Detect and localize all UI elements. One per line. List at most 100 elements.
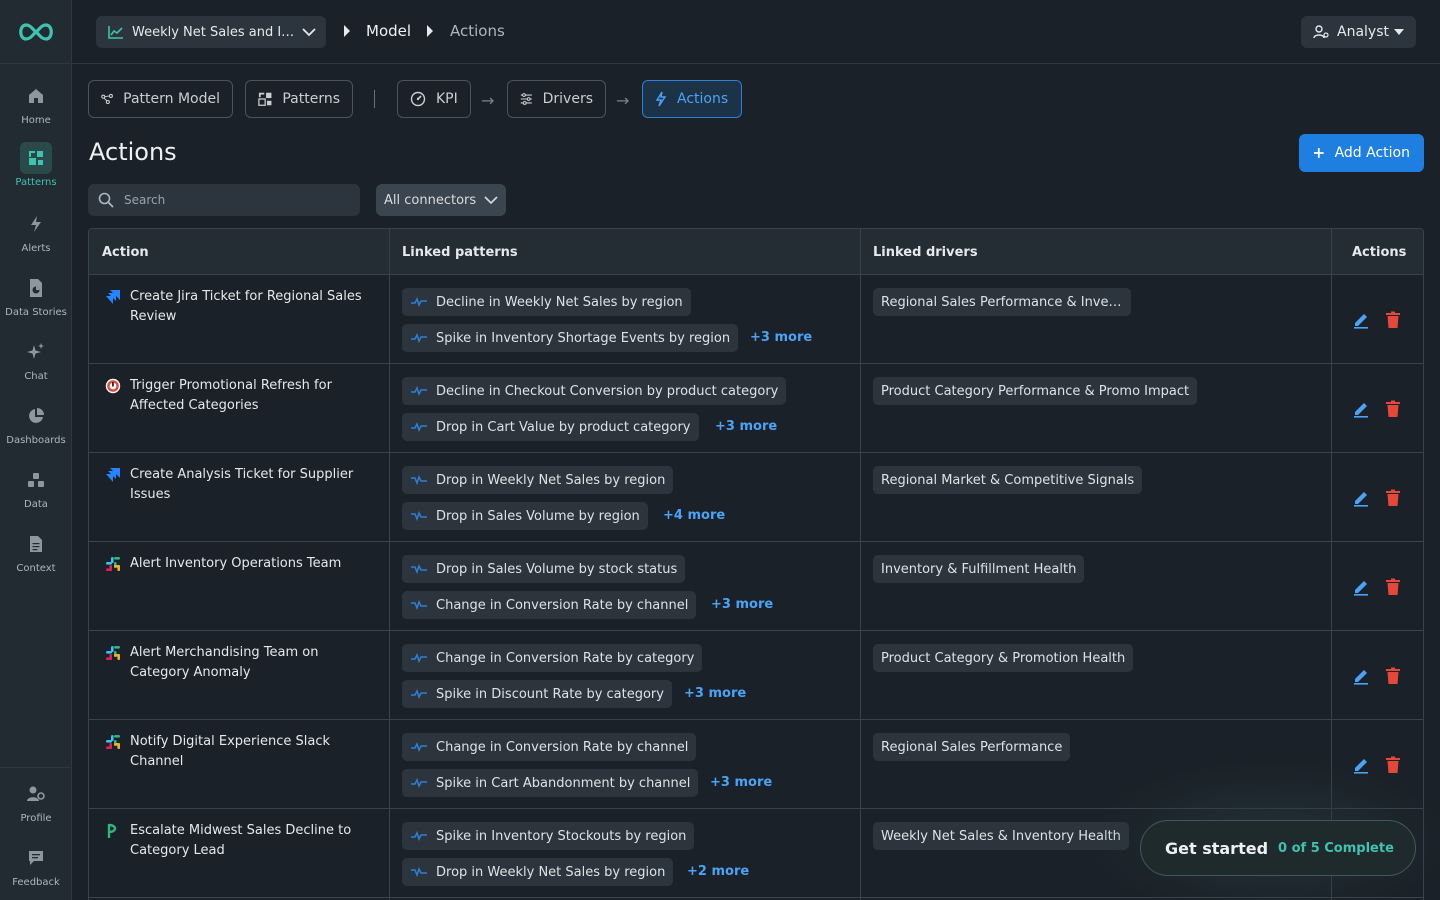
search-input[interactable]: [124, 193, 344, 207]
linked-pattern-label: Drop in Weekly Net Sales by region: [436, 864, 666, 880]
slack-icon: [106, 735, 120, 749]
edit-button[interactable]: [1351, 399, 1371, 419]
more-patterns-link[interactable]: +2 more: [687, 864, 749, 879]
get-started-button[interactable]: Get started 0 of 5 Complete: [1140, 820, 1416, 876]
sidebar-item-data[interactable]: Data: [0, 464, 72, 510]
tab-pattern-model[interactable]: Pattern Model: [88, 80, 233, 118]
edit-button[interactable]: [1351, 310, 1371, 330]
delete-button[interactable]: [1383, 488, 1403, 508]
linked-pattern-chip[interactable]: Decline in Checkout Conversion by produc…: [402, 377, 787, 405]
sidebar-item-profile[interactable]: Profile: [0, 778, 72, 824]
action-name[interactable]: Create Analysis Ticket for Supplier Issu…: [130, 465, 380, 505]
linked-driver-chip[interactable]: Regional Sales Performance & Inventory H…: [873, 288, 1131, 316]
sidebar-item-dashboards[interactable]: Dashboards: [0, 400, 72, 446]
linked-pattern-chip[interactable]: Spike in Discount Rate by category: [402, 680, 672, 708]
user-settings-icon: [1313, 25, 1329, 39]
delete-button[interactable]: [1383, 399, 1403, 419]
linked-pattern-chip[interactable]: Drop in Weekly Net Sales by region: [402, 858, 674, 886]
linked-driver-chip[interactable]: Product Category & Promotion Health: [873, 644, 1134, 672]
add-action-button[interactable]: Add Action: [1299, 134, 1424, 172]
search-box: [88, 184, 360, 216]
connector-filter-select[interactable]: All connectors: [376, 184, 506, 216]
delete-button[interactable]: [1383, 755, 1403, 775]
slack-icon: [106, 646, 120, 660]
delete-button[interactable]: [1383, 666, 1403, 686]
linked-pattern-label: Spike in Cart Abandonment by channel: [436, 775, 691, 791]
sparkline-icon: [411, 297, 427, 307]
sidebar-item-chat[interactable]: Chat: [0, 336, 72, 382]
role-select[interactable]: Analyst: [1301, 16, 1416, 48]
home-icon: [20, 80, 52, 112]
model-select[interactable]: Weekly Net Sales and Inventory Health: [96, 16, 326, 48]
more-patterns-link[interactable]: +3 more: [711, 597, 773, 612]
tab-kpi[interactable]: KPI: [397, 80, 471, 118]
tab-actions[interactable]: Actions: [642, 80, 742, 118]
sparkline-icon: [411, 831, 427, 841]
linked-pattern-chip[interactable]: Change in Conversion Rate by channel: [402, 591, 697, 619]
pipeline-separator: [374, 90, 375, 108]
linked-driver-chip[interactable]: Inventory & Fulfillment Health: [873, 555, 1085, 583]
linked-pattern-chip[interactable]: Drop in Sales Volume by stock status: [402, 555, 686, 583]
sparkline-icon: [411, 867, 427, 877]
sidebar-item-alerts[interactable]: Alerts: [0, 208, 72, 254]
more-patterns-link[interactable]: +3 more: [684, 686, 746, 701]
arrow-right-icon: →: [481, 91, 495, 110]
linked-driver-chip[interactable]: Weekly Net Sales & Inventory Health: [873, 822, 1129, 850]
trash-icon: [1386, 667, 1400, 684]
tab-label: Actions: [677, 91, 729, 107]
linked-pattern-chip[interactable]: Drop in Cart Value by product category: [402, 413, 699, 441]
more-patterns-link[interactable]: +3 more: [750, 330, 812, 345]
column-header-linked-patterns: Linked patterns: [402, 244, 518, 260]
delete-button[interactable]: [1383, 310, 1403, 330]
more-patterns-link[interactable]: +3 more: [710, 775, 772, 790]
action-name[interactable]: Escalate Midwest Sales Decline to Catego…: [130, 821, 380, 861]
linked-driver-chip[interactable]: Regional Market & Competitive Signals: [873, 466, 1143, 494]
get-started-title: Get started: [1165, 838, 1269, 858]
sidebar-item-feedback[interactable]: Feedback: [0, 842, 72, 888]
topbar: Weekly Net Sales and Inventory Health Mo…: [72, 0, 1440, 64]
table-row: Alert Merchandising Team on Category Ano…: [89, 631, 1423, 720]
linked-pattern-chip[interactable]: Spike in Cart Abandonment by channel: [402, 769, 699, 797]
delete-button[interactable]: [1383, 577, 1403, 597]
sidebar-item-patterns[interactable]: Patterns: [0, 142, 72, 188]
nodes-icon: [101, 93, 113, 105]
action-name[interactable]: Alert Merchandising Team on Category Ano…: [130, 643, 380, 683]
edit-button[interactable]: [1351, 577, 1371, 597]
logo[interactable]: [0, 0, 71, 64]
sidebar-item-context[interactable]: Context: [0, 528, 72, 574]
linked-driver-label: Weekly Net Sales & Inventory Health: [881, 828, 1121, 844]
edit-button[interactable]: [1351, 666, 1371, 686]
linked-pattern-chip[interactable]: Decline in Weekly Net Sales by region: [402, 288, 691, 316]
data-stories-icon: [20, 272, 52, 304]
edit-button[interactable]: [1351, 488, 1371, 508]
linked-pattern-chip[interactable]: Spike in Inventory Stockouts by region: [402, 822, 695, 850]
tab-drivers[interactable]: Drivers: [507, 80, 606, 118]
breadcrumb-model[interactable]: Model: [366, 22, 411, 40]
linked-pattern-chip[interactable]: Change in Conversion Rate by channel: [402, 733, 697, 761]
more-patterns-link[interactable]: +4 more: [663, 508, 725, 523]
sparkline-icon: [411, 475, 427, 485]
linked-pattern-chip[interactable]: Spike in Inventory Shortage Events by re…: [402, 324, 739, 352]
linked-pattern-chip[interactable]: Drop in Weekly Net Sales by region: [402, 466, 674, 494]
action-name[interactable]: Alert Inventory Operations Team: [130, 554, 380, 574]
action-name[interactable]: Create Jira Ticket for Regional Sales Re…: [130, 287, 380, 327]
action-name[interactable]: Trigger Promotional Refresh for Affected…: [130, 376, 380, 416]
tab-label: Patterns: [282, 91, 340, 107]
sidebar-item-label: Patterns: [15, 177, 57, 188]
linked-driver-chip[interactable]: Product Category Performance & Promo Imp…: [873, 377, 1198, 405]
sidebar-item-data-stories[interactable]: Data Stories: [0, 272, 72, 318]
patterns-icon: [20, 142, 52, 174]
linked-driver-label: Regional Sales Performance & Inventory H…: [881, 294, 1123, 310]
linked-pattern-chip[interactable]: Change in Conversion Rate by category: [402, 644, 703, 672]
action-name[interactable]: Notify Digital Experience Slack Channel: [130, 732, 380, 772]
linked-pattern-chip[interactable]: Drop in Sales Volume by region: [402, 502, 648, 530]
slack-icon: [106, 557, 120, 571]
more-patterns-link[interactable]: +3 more: [715, 419, 777, 434]
tab-patterns[interactable]: Patterns: [245, 80, 353, 118]
edit-button[interactable]: [1351, 755, 1371, 775]
sidebar-item-home[interactable]: Home: [0, 80, 72, 126]
sparkline-icon: [411, 742, 427, 752]
linked-driver-chip[interactable]: Regional Sales Performance: [873, 733, 1071, 761]
page-title: Actions: [89, 138, 177, 166]
trash-icon: [1386, 311, 1400, 328]
